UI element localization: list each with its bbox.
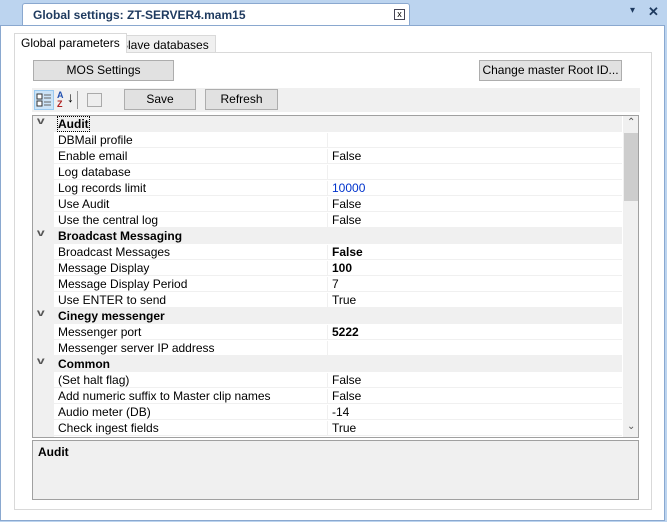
property-row[interactable]: Message Display 100 <box>33 260 622 277</box>
property-row[interactable]: Log database <box>33 164 622 181</box>
property-name: Check ingest fields <box>58 421 159 435</box>
property-name: (Set halt flag) <box>58 373 130 387</box>
property-row[interactable]: Messenger server IP address <box>33 340 622 357</box>
property-value[interactable]: False <box>327 149 622 164</box>
change-master-root-id-button[interactable]: Change master Root ID... <box>479 60 622 81</box>
alphabetical-sort-icon[interactable]: A Z ↓ <box>57 90 74 109</box>
property-name: Message Display Period <box>58 277 188 291</box>
property-row[interactable]: Use the central log False <box>33 212 622 229</box>
description-panel: Audit <box>32 440 639 500</box>
property-name: Use the central log <box>58 213 159 227</box>
tab-global-parameters[interactable]: Global parameters <box>14 33 127 53</box>
description-title: Audit <box>38 445 69 459</box>
property-pages-icon[interactable] <box>87 93 102 107</box>
scroll-down-icon[interactable]: ⌄ <box>627 421 635 432</box>
property-value[interactable]: False <box>327 389 622 404</box>
chevron-down-icon[interactable]: v <box>37 308 45 319</box>
property-row[interactable]: Audio meter (DB) -14 <box>33 404 622 421</box>
property-toolbar: A Z ↓ Save Refresh <box>32 88 640 112</box>
mos-settings-button[interactable]: MOS Settings <box>33 60 174 81</box>
property-value[interactable]: 7 <box>327 277 622 292</box>
chevron-down-icon[interactable]: v <box>37 228 45 239</box>
property-value[interactable] <box>327 133 622 148</box>
close-window-icon[interactable]: ✕ <box>648 4 659 20</box>
property-row[interactable]: Use ENTER to send True <box>33 292 622 309</box>
property-row[interactable]: DBMail profile <box>33 132 622 149</box>
close-tab-icon[interactable]: x <box>394 9 405 20</box>
property-name: Use Audit <box>58 197 110 211</box>
property-row[interactable]: Add numeric suffix to Master clip names F… <box>33 388 622 405</box>
refresh-button[interactable]: Refresh <box>205 89 278 110</box>
toolbar-separator <box>77 91 78 109</box>
window-title: Global settings: ZT-SERVER4.mam15 <box>33 8 246 22</box>
property-row[interactable]: Use Audit False <box>33 196 622 213</box>
property-name: DBMail profile <box>58 133 133 147</box>
property-name: Log records limit <box>58 181 147 195</box>
property-row[interactable]: Enable email False <box>33 148 622 165</box>
property-value[interactable]: False <box>327 373 622 388</box>
property-name: Use ENTER to send <box>58 293 167 307</box>
category-name: Broadcast Messaging <box>58 229 183 243</box>
property-row[interactable]: (Set halt flag) False <box>33 372 622 389</box>
property-row[interactable]: Message Display Period 7 <box>33 276 622 293</box>
property-value[interactable]: -14 <box>327 405 622 420</box>
property-row[interactable]: Log records limit 10000 <box>33 180 622 197</box>
category-row[interactable]: v Common <box>33 356 622 372</box>
property-name: Messenger port <box>58 325 142 339</box>
tab-slave-databases[interactable]: Slave databases <box>113 35 216 53</box>
scrollbar-thumb[interactable] <box>624 133 638 201</box>
property-name: Audio meter (DB) <box>58 405 151 419</box>
scroll-up-icon[interactable]: ⌃ <box>627 117 635 128</box>
category-name: Common <box>58 357 110 371</box>
property-value[interactable]: 100 <box>327 261 622 276</box>
property-row[interactable]: Messenger port 5222 <box>33 324 622 341</box>
property-value[interactable]: True <box>327 421 622 436</box>
property-name: Messenger server IP address <box>58 341 215 355</box>
property-value[interactable]: False <box>327 245 622 260</box>
property-name: Add numeric suffix to Master clip names <box>58 389 271 403</box>
chevron-down-icon[interactable]: v <box>37 356 45 367</box>
property-grid[interactable]: v Audit DBMail profile Enable email False Log… <box>32 115 639 438</box>
dropdown-menu-icon[interactable]: ▾ <box>630 5 635 16</box>
category-row[interactable]: v Audit <box>33 116 622 132</box>
property-name: Enable email <box>58 149 128 163</box>
property-value[interactable]: 10000 <box>327 181 622 196</box>
property-value[interactable] <box>327 341 622 356</box>
property-row[interactable]: Check ingest fields True <box>33 420 622 437</box>
category-row[interactable]: v Cinegy messenger <box>33 308 622 324</box>
property-value[interactable]: False <box>327 197 622 212</box>
property-name: Broadcast Messages <box>58 245 171 259</box>
property-value[interactable] <box>327 165 622 180</box>
categorized-icon[interactable] <box>34 90 54 110</box>
property-row[interactable]: Broadcast Messages False <box>33 244 622 261</box>
save-button[interactable]: Save <box>124 89 196 110</box>
property-name: Log database <box>58 165 131 179</box>
chevron-down-icon[interactable]: v <box>37 116 45 127</box>
category-name: Audit <box>57 116 90 132</box>
category-row[interactable]: v Broadcast Messaging <box>33 228 622 244</box>
property-name: Message Display <box>58 261 150 275</box>
property-value[interactable]: True <box>327 293 622 308</box>
category-name: Cinegy messenger <box>58 309 165 323</box>
property-value[interactable]: 5222 <box>327 325 622 340</box>
property-value[interactable]: False <box>327 213 622 228</box>
document-tab[interactable]: Global settings: ZT-SERVER4.mam15 <box>22 3 410 26</box>
